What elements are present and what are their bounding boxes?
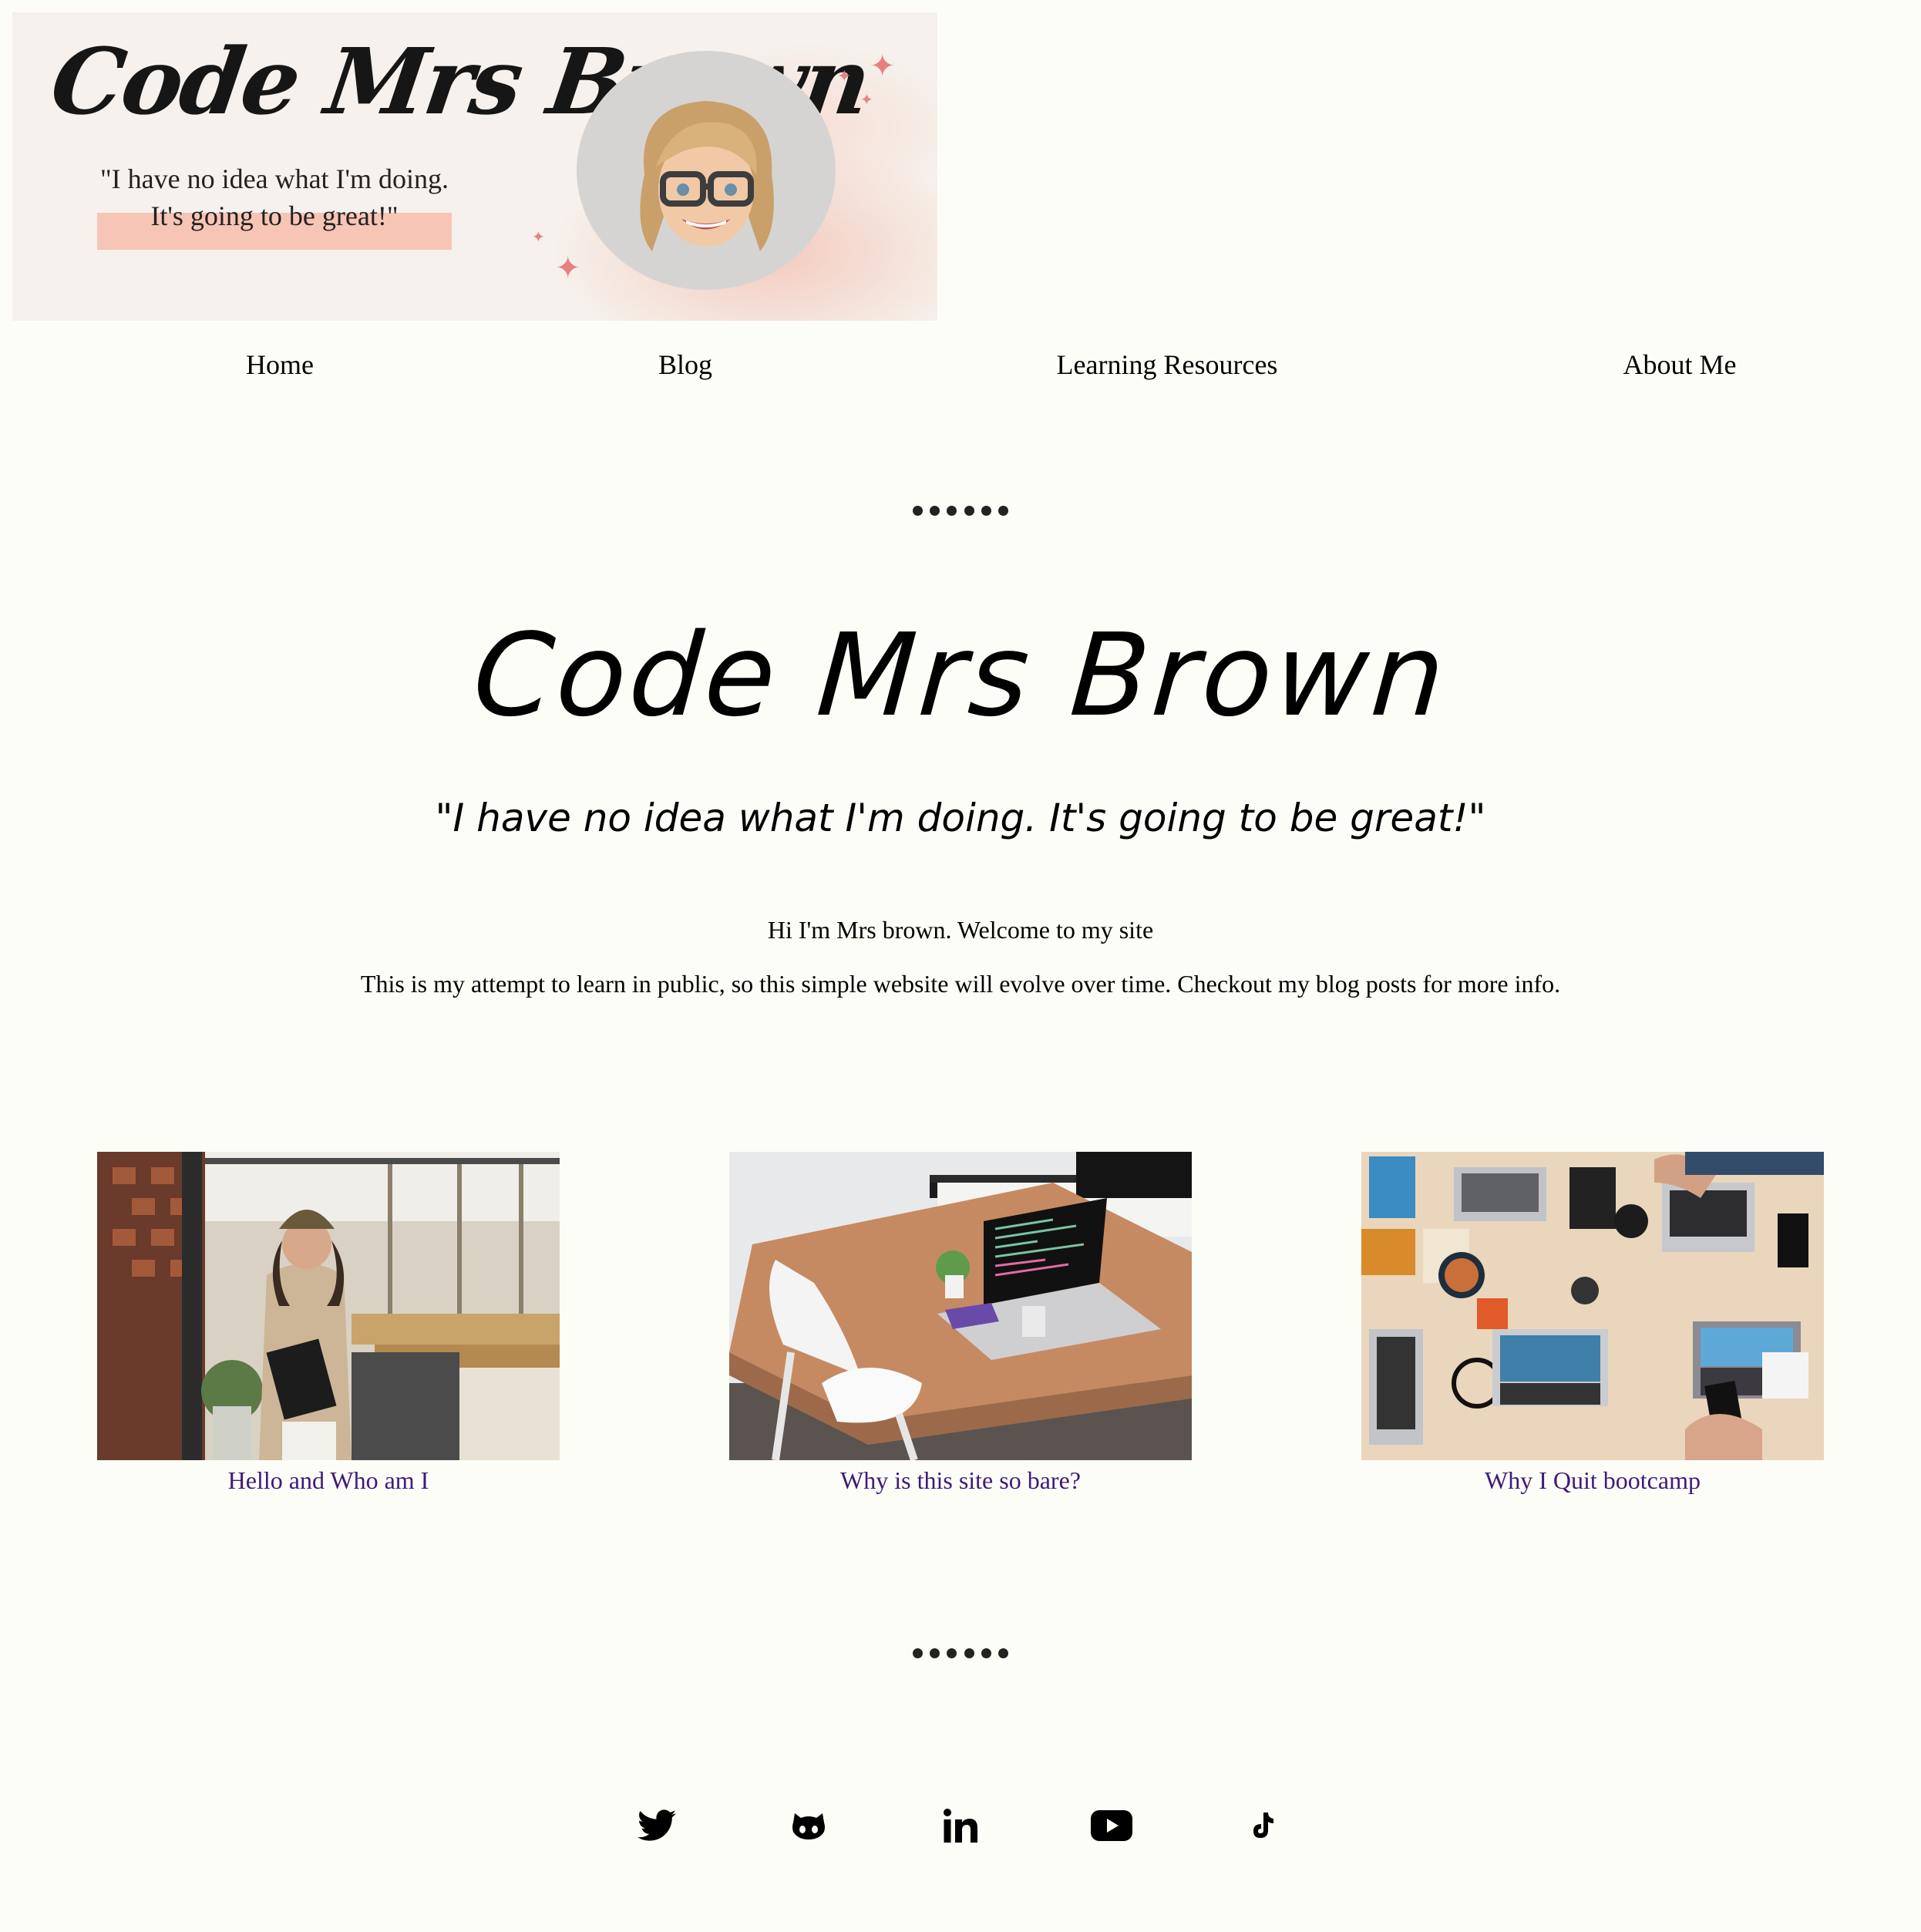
sparkle-icon: ✦	[860, 92, 873, 109]
post-card: Why I Quit bootcamp	[1361, 1152, 1824, 1495]
main-nav: Home Blog Learning Resources About Me	[0, 348, 1921, 387]
post-link[interactable]: Hello and Who am I	[97, 1466, 560, 1495]
post-link[interactable]: Why I Quit bootcamp	[1361, 1466, 1824, 1495]
nav-blog[interactable]: Blog	[658, 348, 712, 381]
page-title: Code Mrs Brown	[469, 609, 1452, 742]
post-link[interactable]: Why is this site so bare?	[729, 1466, 1192, 1495]
nav-learning-resources[interactable]: Learning Resources	[1057, 348, 1278, 381]
nav-about-me[interactable]: About Me	[1623, 348, 1737, 381]
linkedin-icon[interactable]	[939, 1804, 982, 1847]
post-card: Why is this site so bare?	[729, 1152, 1192, 1495]
dot-divider	[913, 1648, 1008, 1661]
twitter-icon[interactable]	[635, 1804, 678, 1847]
memoji-avatar	[640, 101, 774, 251]
sparkle-icon: ✦	[555, 251, 581, 285]
sparkle-icon: ✦	[532, 229, 545, 246]
youtube-icon[interactable]	[1090, 1804, 1133, 1847]
intro-greeting: Hi I'm Mrs brown. Welcome to my site	[767, 916, 1154, 944]
dot-divider	[913, 506, 1008, 518]
woman-with-laptop-photo[interactable]	[97, 1152, 560, 1460]
intro-description: This is my attempt to learn in public, s…	[360, 970, 1561, 998]
sparkle-icon: ✦	[870, 49, 896, 83]
banner-quote: "I have no idea what I'm doing. It's goi…	[99, 163, 449, 231]
tagline-quote: "I have no idea what I'm doing. It's goi…	[435, 796, 1486, 840]
laptop-on-desk-photo[interactable]	[729, 1152, 1192, 1460]
tiktok-icon[interactable]	[1241, 1804, 1284, 1847]
post-card: Hello and Who am I	[97, 1152, 560, 1495]
github-icon[interactable]	[787, 1804, 830, 1847]
nav-home[interactable]: Home	[246, 348, 314, 381]
team-laptops-table-photo[interactable]	[1361, 1152, 1824, 1460]
header-banner: Code Mrs Brown "I have no idea what I'm …	[12, 12, 937, 321]
sparkle-icon: ✦	[837, 66, 852, 86]
